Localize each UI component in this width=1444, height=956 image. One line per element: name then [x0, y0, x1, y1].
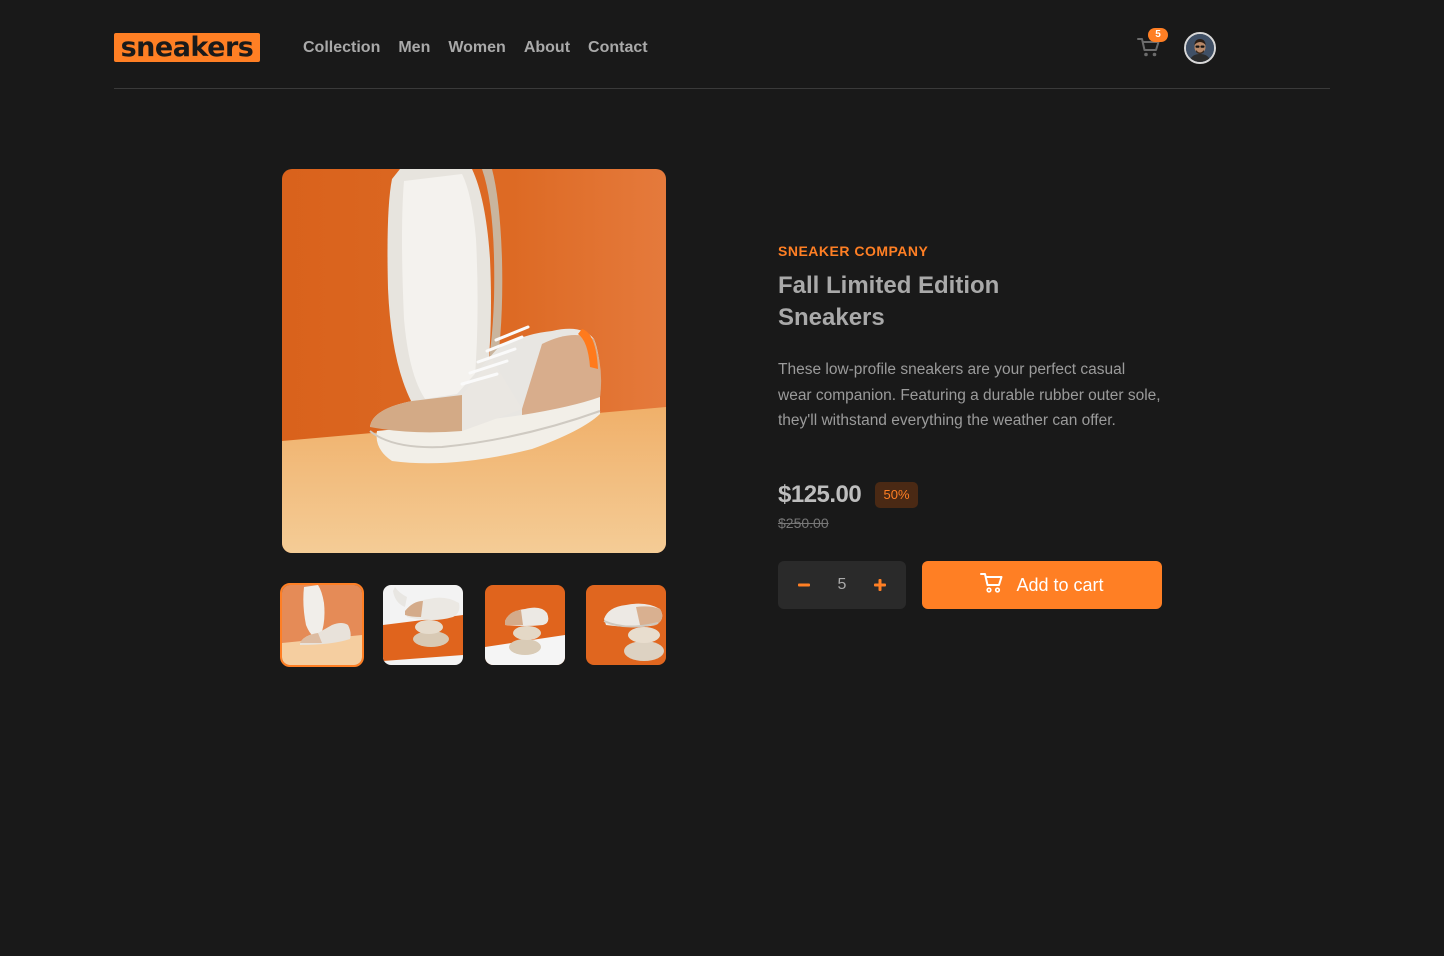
current-price: $125.00 — [778, 481, 862, 508]
product-title: Fall Limited Edition Sneakers — [778, 272, 1000, 331]
cart-count-badge: 5 — [1148, 28, 1168, 42]
nav-link-contact[interactable]: Contact — [588, 38, 648, 58]
plus-icon[interactable] — [868, 573, 892, 597]
add-to-cart-label: Add to cart — [1016, 574, 1104, 595]
cart-icon — [980, 572, 1004, 599]
thumbnail-2[interactable] — [383, 585, 463, 665]
quantity-value[interactable]: 5 — [822, 561, 862, 609]
nav-link-men[interactable]: Men — [398, 38, 430, 58]
nav-link-women[interactable]: Women — [448, 38, 505, 58]
thumbnail-1[interactable] — [280, 583, 364, 667]
original-price: $250.00 — [778, 515, 829, 531]
thumbnail-4[interactable] — [586, 585, 666, 665]
nav-link-collection[interactable]: Collection — [303, 38, 380, 58]
avatar[interactable] — [1184, 32, 1216, 64]
quantity-stepper: 5 — [778, 561, 906, 609]
nav-link-about[interactable]: About — [524, 38, 570, 58]
main-nav: Collection Men Women About Contact — [303, 38, 648, 58]
company-name: SNEAKER COMPANY — [778, 243, 929, 259]
discount-badge: 50% — [875, 482, 918, 508]
add-to-cart-button[interactable]: Add to cart — [922, 561, 1162, 609]
thumbnail-3[interactable] — [485, 585, 565, 665]
product-description: These low-profile sneakers are your perf… — [778, 361, 1161, 429]
minus-icon[interactable] — [792, 573, 816, 597]
product-main-image[interactable] — [282, 169, 666, 553]
logo[interactable]: sneakers — [114, 33, 260, 62]
